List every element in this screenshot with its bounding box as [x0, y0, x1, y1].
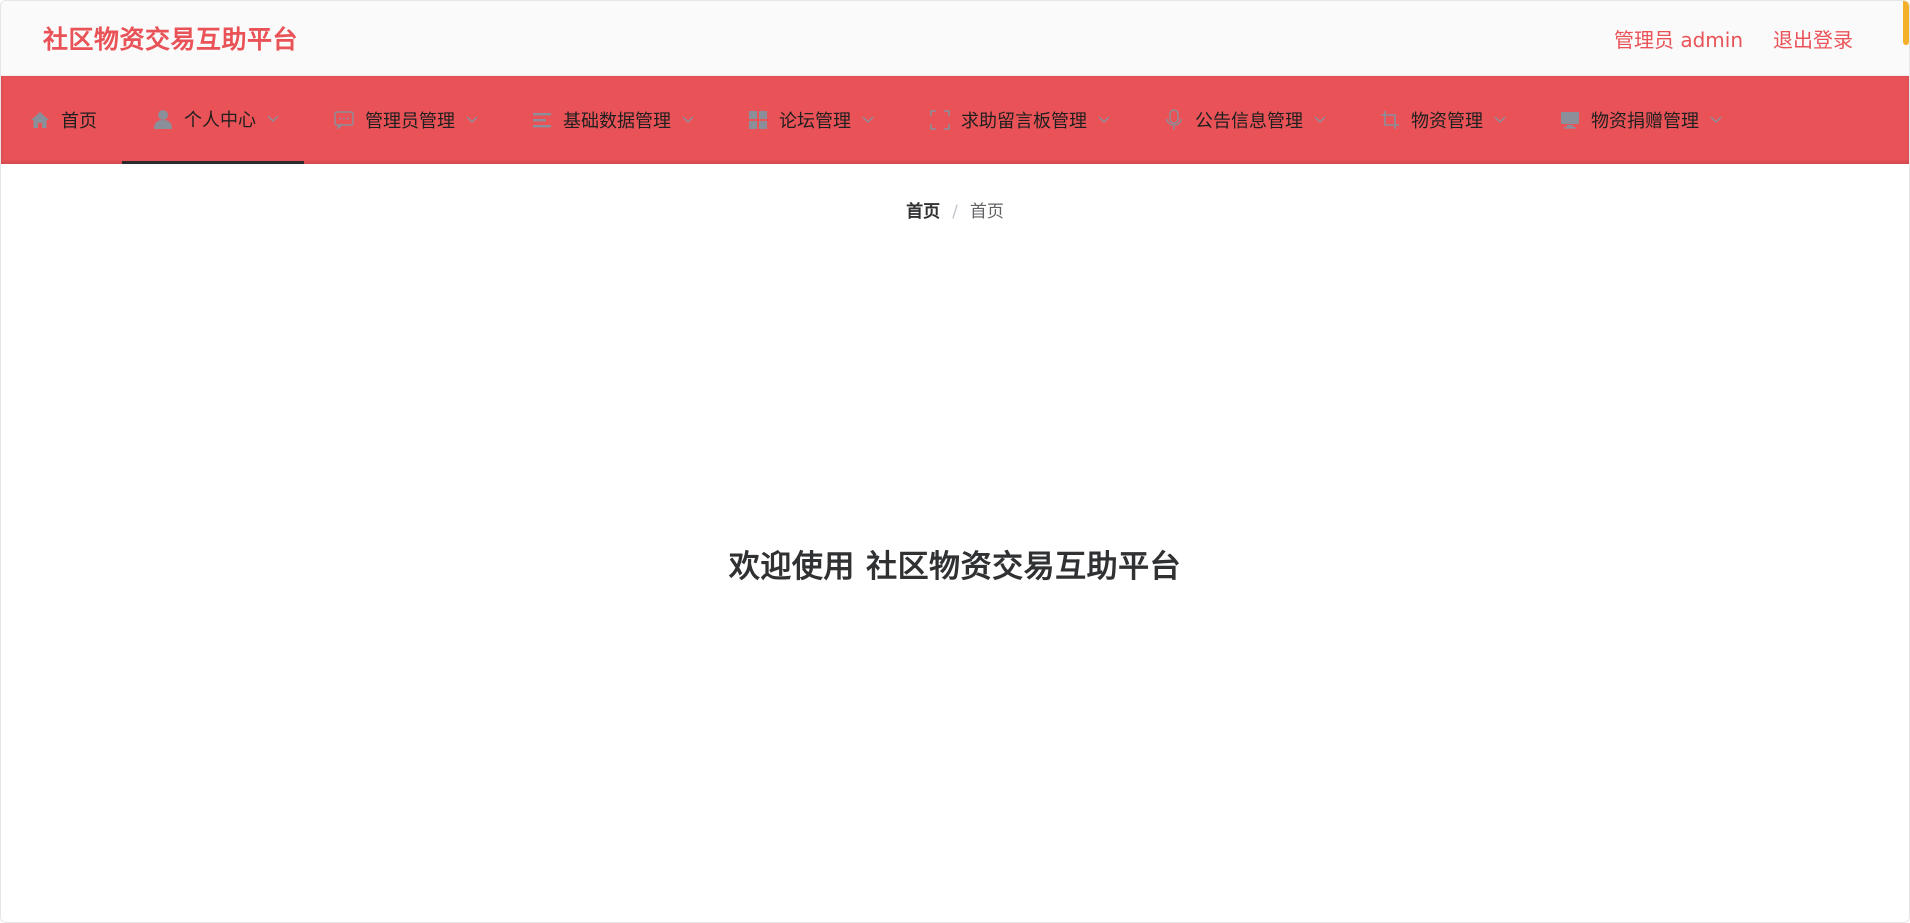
nav-item-label: 论坛管理 — [779, 111, 851, 132]
breadcrumb-item-current: 首页 — [969, 202, 1004, 222]
user-icon — [152, 108, 174, 130]
nav-item-donation-management[interactable]: 物资捐赠管理 — [1559, 76, 1723, 164]
nav-item-label: 首页 — [61, 111, 97, 132]
welcome-heading: 欢迎使用 社区物资交易互助平台 — [728, 549, 1182, 585]
nav-item-supplies-management[interactable]: 物资管理 — [1379, 76, 1507, 164]
chevron-down-icon — [465, 115, 479, 125]
header-actions: 管理员 admin 退出登录 — [1614, 24, 1853, 53]
fullscreen-icon — [929, 109, 951, 131]
home-icon — [29, 109, 51, 131]
chat-dots-icon — [333, 109, 355, 131]
nav-item-home[interactable]: 首页 — [29, 76, 103, 164]
nav-item-label: 物资捐赠管理 — [1591, 111, 1699, 132]
scrollbar-thumb[interactable] — [1903, 1, 1909, 45]
app-window: 社区物资交易互助平台 管理员 admin 退出登录 首页 个人中心 管理员管理 … — [0, 0, 1910, 923]
chevron-down-icon — [1493, 115, 1507, 125]
nav-item-announcement-management[interactable]: 公告信息管理 — [1163, 76, 1327, 164]
nav-item-label: 基础数据管理 — [563, 111, 671, 132]
nav-item-label: 管理员管理 — [365, 111, 455, 132]
top-header: 社区物资交易互助平台 管理员 admin 退出登录 — [1, 1, 1909, 76]
chevron-down-icon — [681, 115, 695, 125]
nav-item-admin-management[interactable]: 管理员管理 — [333, 76, 479, 164]
breadcrumb: 首页 / 首页 — [1, 197, 1909, 222]
grid-icon — [747, 109, 769, 131]
chevron-down-icon — [266, 114, 280, 124]
nav-item-label: 公告信息管理 — [1195, 111, 1303, 132]
nav-item-label: 物资管理 — [1411, 111, 1483, 132]
nav-item-forum-management[interactable]: 论坛管理 — [747, 76, 875, 164]
chevron-down-icon — [1709, 115, 1723, 125]
nav-item-label: 个人中心 — [184, 109, 256, 131]
nav-item-base-data-management[interactable]: 基础数据管理 — [531, 76, 695, 164]
chevron-down-icon — [1313, 115, 1327, 125]
nav-item-label: 求助留言板管理 — [961, 111, 1087, 132]
microphone-icon — [1163, 109, 1185, 131]
logout-button[interactable]: 退出登录 — [1773, 24, 1853, 53]
chevron-down-icon — [1097, 115, 1111, 125]
crop-icon — [1379, 109, 1401, 131]
main-nav: 首页 个人中心 管理员管理 基础数据管理 论坛管理 求助留言板管理 公告信息管理… — [1, 76, 1909, 164]
breadcrumb-separator: / — [952, 202, 958, 222]
breadcrumb-item-home[interactable]: 首页 — [906, 202, 940, 222]
monitor-icon — [1559, 109, 1581, 131]
app-title: 社区物资交易互助平台 — [43, 25, 299, 54]
nav-item-personal-center[interactable]: 个人中心 — [122, 76, 304, 164]
chevron-down-icon — [861, 115, 875, 125]
current-user-link[interactable]: 管理员 admin — [1614, 24, 1743, 53]
nav-item-help-board-management[interactable]: 求助留言板管理 — [929, 76, 1111, 164]
list-icon — [531, 109, 553, 131]
